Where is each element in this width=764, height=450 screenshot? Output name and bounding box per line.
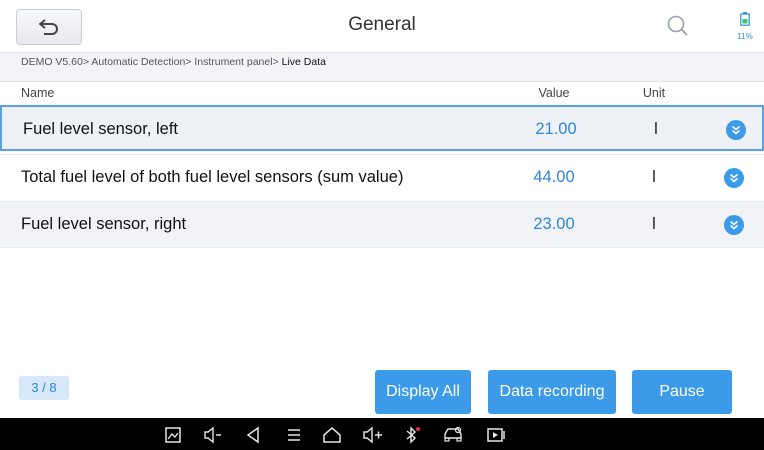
- row-value: 23.00: [533, 215, 575, 233]
- table-row[interactable]: Fuel level sensor, right 23.00 l: [0, 201, 764, 248]
- chevron-down-icon: [729, 220, 739, 230]
- search-icon: [667, 15, 688, 36]
- battery-percent: 11%: [737, 32, 753, 41]
- volume-down-icon[interactable]: [203, 426, 223, 444]
- top-bar: General 11%: [0, 0, 764, 53]
- row-value: 21.00: [535, 120, 577, 138]
- breadcrumb: DEMO V5.60> Automatic Detection> Instrum…: [0, 53, 764, 82]
- table-divider: [0, 247, 764, 248]
- row-unit: l: [652, 215, 656, 233]
- row-name: Fuel level sensor, right: [21, 215, 187, 233]
- column-header-value: Value: [538, 86, 570, 100]
- search-button[interactable]: [666, 14, 690, 38]
- breadcrumb-path: DEMO V5.60> Automatic Detection> Instrum…: [21, 56, 282, 68]
- volume-up-icon[interactable]: [362, 426, 382, 444]
- expand-button[interactable]: [724, 168, 744, 188]
- chevron-down-icon: [731, 125, 741, 135]
- column-header-name: Name: [21, 86, 55, 100]
- row-unit: l: [652, 168, 656, 186]
- chevron-down-icon: [729, 173, 739, 183]
- row-name: Fuel level sensor, left: [23, 120, 178, 138]
- screenshot-icon[interactable]: [163, 426, 183, 444]
- column-header-unit: Unit: [642, 86, 666, 100]
- battery-indicator: 11%: [735, 12, 755, 42]
- car-diagnostic-icon[interactable]: [442, 426, 462, 444]
- breadcrumb-current: Live Data: [281, 56, 326, 68]
- back-triangle-icon[interactable]: [243, 426, 263, 444]
- expand-button[interactable]: [724, 215, 744, 235]
- row-value: 44.00: [533, 168, 575, 186]
- data-recording-button[interactable]: Data recording: [488, 370, 616, 414]
- page-indicator: 3 / 8: [19, 376, 69, 400]
- home-icon[interactable]: [322, 426, 342, 444]
- page-title: General: [348, 14, 416, 35]
- system-nav-bar: [0, 418, 764, 450]
- battery-icon: [740, 12, 750, 26]
- display-all-button[interactable]: Display All: [375, 370, 471, 414]
- menu-icon[interactable]: [284, 426, 304, 444]
- screen-record-icon[interactable]: [486, 426, 506, 444]
- table-row[interactable]: Total fuel level of both fuel level sens…: [0, 154, 764, 201]
- bluetooth-icon[interactable]: [402, 426, 422, 444]
- table-row[interactable]: Fuel level sensor, left 21.00 l: [0, 105, 764, 151]
- row-name: Total fuel level of both fuel level sens…: [21, 168, 404, 186]
- row-unit: l: [654, 120, 658, 138]
- pause-button[interactable]: Pause: [632, 370, 732, 414]
- expand-button[interactable]: [726, 120, 746, 140]
